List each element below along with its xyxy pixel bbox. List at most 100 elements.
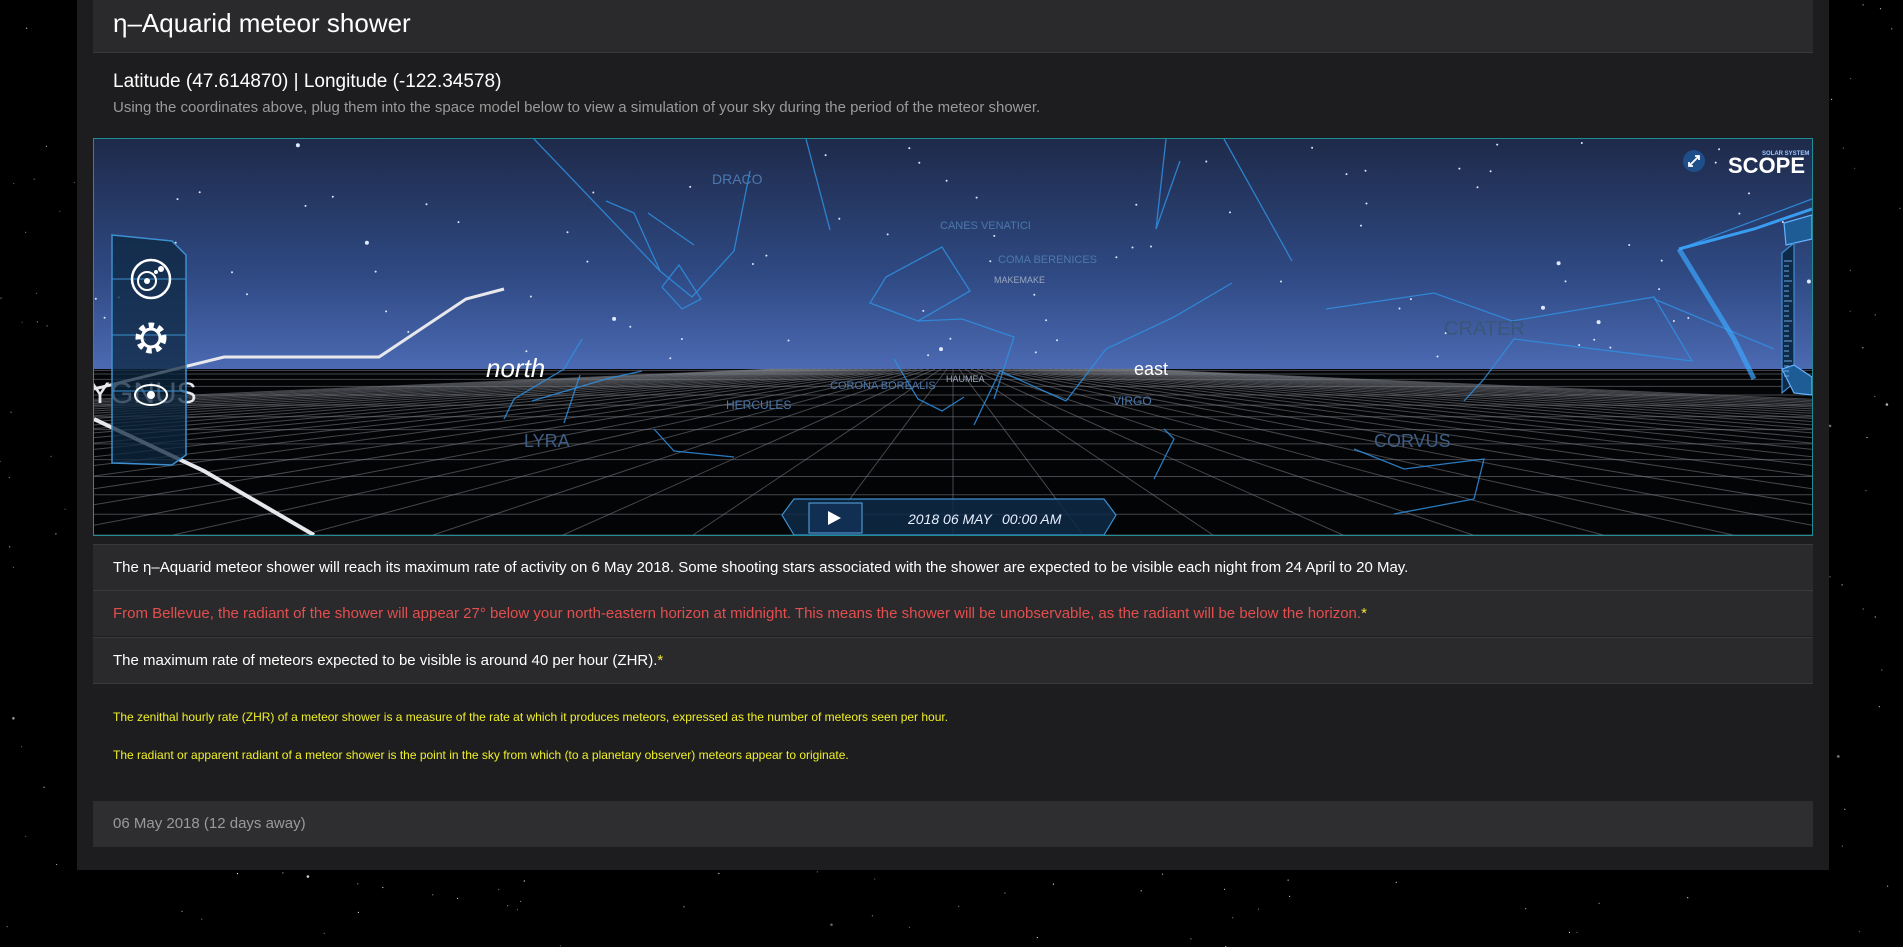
brand-name: SCOPE — [1728, 153, 1805, 178]
background-star — [1687, 897, 1689, 899]
sky-star — [246, 293, 248, 296]
sky-star — [94, 297, 97, 300]
sky-star — [1476, 186, 1479, 189]
time-controls: 2018 06 MAY 00:00 AM — [781, 498, 1117, 535]
sky-star — [331, 195, 334, 198]
background-star — [1887, 885, 1889, 887]
background-star — [181, 910, 183, 912]
divider — [93, 683, 1813, 684]
label-haumea: HAUMEA — [946, 374, 985, 384]
background-star — [55, 533, 57, 535]
label-coma-berenices: COMA BERENICES — [998, 254, 1097, 266]
label-lyra: LYRA — [524, 431, 570, 451]
sky-canvas[interactable]: DRACO CANES VENATICI COMA BERENICES MAKE… — [94, 139, 1812, 535]
background-star — [50, 455, 52, 457]
sky-star — [787, 339, 790, 342]
background-star — [559, 945, 562, 947]
background-star — [1036, 936, 1038, 939]
sky-gradient — [94, 139, 1812, 369]
direction-north: north — [486, 353, 545, 383]
background-star — [1052, 883, 1054, 885]
background-star — [1257, 908, 1260, 910]
sky-star — [939, 347, 943, 352]
sky-star — [1564, 280, 1567, 283]
sky-star — [1748, 192, 1750, 195]
sky-star — [231, 271, 233, 274]
sky-star — [1034, 351, 1037, 354]
sky-star — [1806, 279, 1811, 284]
sky-star — [1458, 167, 1461, 170]
background-star — [1854, 167, 1856, 169]
background-star — [21, 746, 23, 748]
background-star — [1849, 269, 1851, 271]
background-star — [26, 27, 28, 29]
date-footer: 06 May 2018 (12 days away) — [93, 801, 1813, 847]
background-star — [6, 926, 8, 928]
background-star — [874, 878, 876, 880]
background-star — [357, 883, 359, 885]
sky-star — [1489, 170, 1492, 173]
sky-star — [1364, 169, 1367, 172]
sky-star — [1660, 259, 1663, 262]
background-star — [282, 872, 284, 874]
control-panel-left — [111, 234, 187, 466]
background-star — [12, 717, 15, 720]
sky-star — [824, 154, 827, 157]
background-star — [1161, 873, 1164, 875]
sky-star — [1672, 320, 1675, 322]
sky-star — [1056, 339, 1058, 342]
background-star — [10, 411, 12, 413]
background-star — [523, 880, 525, 882]
sky-star — [886, 233, 889, 236]
background-star — [1525, 908, 1527, 910]
sky-star — [1596, 320, 1601, 325]
background-star — [64, 508, 66, 510]
label-corvus: CORVUS — [1374, 431, 1451, 451]
title-bar: η–Aquarid meteor shower — [93, 0, 1813, 53]
background-star — [1828, 424, 1832, 428]
background-star — [12, 566, 14, 568]
background-star — [1140, 890, 1142, 892]
sky-star — [1556, 261, 1561, 266]
background-star — [1576, 931, 1578, 933]
background-star — [1223, 888, 1226, 891]
background-star — [357, 911, 359, 914]
background-star — [457, 897, 459, 900]
sky-star — [304, 204, 307, 207]
background-star — [1878, 706, 1880, 708]
background-star — [1829, 576, 1831, 578]
background-star — [201, 918, 203, 920]
background-star — [1395, 881, 1397, 883]
background-star — [1862, 347, 1864, 349]
sky-simulator[interactable]: DRACO CANES VENATICI COMA BERENICES MAKE… — [93, 138, 1813, 536]
background-star — [1568, 931, 1571, 934]
sky-star — [295, 143, 300, 148]
background-star — [9, 546, 11, 548]
sky-star — [945, 179, 948, 182]
background-star — [1289, 895, 1291, 898]
background-star — [1858, 930, 1860, 933]
sky-star — [1280, 280, 1282, 283]
background-star — [1891, 28, 1893, 30]
background-star — [516, 909, 519, 911]
label-crater: CRATER — [1444, 318, 1525, 340]
info-row-rate: The maximum rate of meteors expected to … — [93, 637, 1813, 683]
background-star — [1874, 395, 1876, 398]
background-star — [1865, 490, 1867, 492]
sky-star — [975, 196, 978, 199]
background-star — [507, 905, 509, 907]
background-star — [306, 875, 310, 878]
background-star — [13, 183, 15, 185]
background-star — [1850, 78, 1852, 80]
sky-star — [1718, 148, 1721, 151]
sky-star — [592, 191, 595, 194]
sky-star — [1714, 161, 1717, 164]
background-star — [432, 894, 434, 896]
expand-icon[interactable] — [1683, 150, 1705, 172]
background-star — [1881, 669, 1883, 671]
background-star — [0, 460, 1, 462]
label-makemake: MAKEMAKE — [994, 275, 1045, 285]
sky-star — [1131, 246, 1134, 249]
sky-star — [1578, 344, 1581, 346]
sky-star — [1658, 288, 1661, 291]
